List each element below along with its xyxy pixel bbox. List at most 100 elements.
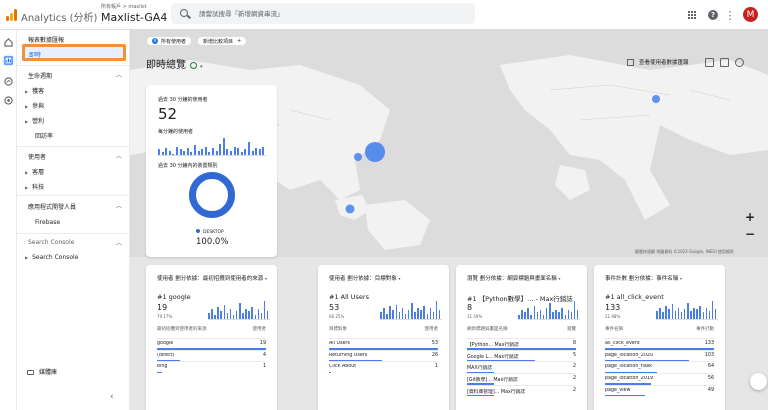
explore-icon[interactable] — [2, 75, 15, 88]
map-bubble[interactable] — [354, 153, 362, 161]
more-vert-icon[interactable]: ⋮ — [723, 8, 737, 22]
mini-bar-chart[interactable] — [208, 301, 270, 320]
sidebar-section-app-developer[interactable]: 應用程式開發人員 ︿ — [28, 202, 122, 211]
avatar[interactable]: M — [743, 7, 758, 22]
sidebar-item-search-console[interactable]: ▶ Search Console — [25, 254, 78, 261]
collapse-sidebar-icon[interactable]: ‹ — [110, 392, 114, 402]
table-row[interactable]: All Users 53 — [329, 338, 438, 350]
table-row[interactable]: Returning Users 26 — [329, 349, 438, 362]
caret-down-icon[interactable]: ▾ — [200, 64, 203, 70]
table-row[interactable]: page_view 49 — [605, 384, 714, 397]
sidebar-item-firebase[interactable]: Firebase — [35, 219, 60, 226]
card-title[interactable]: 事件計數 劃分依據：事件名稱 ▾ — [605, 274, 723, 282]
table-row[interactable]: page_location_2020 103 — [605, 349, 714, 362]
divider — [17, 195, 130, 196]
sidebar-section-search-console[interactable]: Search Console ︿ — [28, 239, 122, 247]
sidebar-item-realtime[interactable]: 即時 — [22, 44, 126, 61]
apps-grid-icon[interactable] — [685, 8, 699, 22]
sidebar-item-retention[interactable]: 回訪率 — [35, 131, 53, 140]
sidebar-item-engagement[interactable]: ▶ 參與 — [25, 101, 44, 110]
sidebar-item-acquisition[interactable]: ▶ 獲客 — [25, 86, 44, 95]
mini-bar — [518, 314, 520, 319]
sidebar-item-library[interactable]: 媒體庫 — [27, 367, 57, 376]
mini-bar-chart[interactable] — [656, 301, 718, 320]
mini-bar — [414, 311, 416, 319]
map-bubble[interactable] — [365, 142, 385, 162]
mini-bar — [386, 313, 388, 319]
realtime-users-card[interactable]: 過去 30 分鐘的使用者 52 每分鐘的使用者 過去 30 分鐘內的裝置類別 D… — [146, 85, 277, 257]
app-name[interactable]: Analytics (分析) — [21, 9, 97, 24]
sidebar-section-lifecycle[interactable]: 生命週期 ︿ — [28, 71, 122, 80]
mini-bar — [208, 313, 210, 319]
mini-bar — [542, 314, 545, 319]
mini-bar-chart[interactable] — [380, 301, 442, 320]
table-row[interactable]: Click About 1 — [329, 361, 438, 374]
mini-bar — [527, 307, 529, 319]
table-row[interactable]: [資料庫管理]... Max行銷誌 2 — [467, 384, 576, 397]
zoom-in-button[interactable]: + — [745, 210, 755, 224]
map-credit[interactable]: 鍵盤快速鍵 地圖資料 ©2023 Google, INEGI 使用條款 — [635, 249, 734, 255]
advertising-icon[interactable] — [2, 94, 15, 107]
column-header: 最初招攬到使用者的來源 — [157, 327, 207, 332]
card-event-name[interactable]: 事件計數 劃分依據：事件名稱 ▾ #1 all_click_event 133 21.… — [594, 265, 725, 410]
mini-bar — [266, 311, 269, 319]
top-item-pct: 79.17% — [157, 314, 173, 319]
table-row[interactable]: [Git教學]... Max行銷誌 2 — [467, 373, 576, 385]
table-row[interactable]: bing 1 — [157, 361, 266, 374]
caret-down-icon: ▾ — [265, 276, 268, 281]
row-label: bing — [157, 364, 168, 370]
zoom-out-button[interactable]: − — [745, 227, 755, 241]
per-minute-bar — [244, 149, 247, 155]
edit-icon[interactable] — [720, 58, 729, 67]
search-input[interactable] — [199, 7, 459, 20]
analytics-logo-icon[interactable] — [6, 9, 17, 21]
mini-bar — [398, 311, 401, 319]
row-value: 56 — [707, 376, 714, 382]
table-row[interactable]: google 19 — [157, 338, 266, 350]
card-first-user-source[interactable]: 使用者 劃分依據：最初招攬到使用者的來源 ▾ #1 google 19 79.17% 最… — [146, 265, 277, 410]
mini-bar-chart[interactable] — [518, 301, 580, 320]
map-bubble[interactable] — [652, 95, 660, 103]
mini-bar — [680, 312, 683, 319]
sidebar-item-demographics[interactable]: ▶ 客層 — [25, 167, 44, 176]
property-selector[interactable]: Maxlist-GA4 ▾ — [101, 11, 174, 24]
sidebar-item-tech[interactable]: ▶ 科技 — [25, 182, 44, 191]
card-page-title[interactable]: 瀏覽 劃分依據：網頁標題與畫面名稱 ▾ #1 【Python數學】... - Ma… — [456, 265, 587, 410]
column-header: 瀏覽 — [567, 327, 576, 332]
table-row[interactable]: MAX行銷誌 2 — [467, 361, 576, 374]
add-comparison-chip[interactable]: 新增比較項目 + — [197, 36, 248, 46]
table-row[interactable]: (direct) 4 — [157, 349, 266, 362]
sidebar-item-monetization[interactable]: ▶ 營利 — [25, 116, 44, 125]
audience-chip[interactable]: A 所有使用者 — [146, 36, 193, 46]
search-bar[interactable] — [171, 3, 475, 24]
main-content: A 所有使用者 新增比較項目 + 即時總覽 ▾ 查看使用者數據匯報 + − 鍵盤快速鍵… — [130, 30, 768, 410]
breadcrumb[interactable]: 所有帳戶 > maxlist — [101, 3, 147, 10]
row-value: 103 — [704, 352, 714, 358]
map-bubble[interactable] — [345, 204, 355, 214]
table-row[interactable]: 【Python... Max行銷誌 8 — [467, 338, 576, 350]
view-user-snapshot-button[interactable]: 查看使用者數據匯報 — [627, 58, 689, 66]
sidebar-section-user[interactable]: 使用者 ︿ — [28, 152, 122, 161]
button-label: 查看使用者數據匯報 — [639, 60, 689, 66]
table-row[interactable]: page_location_flask 64 — [605, 361, 714, 374]
home-icon[interactable] — [2, 36, 15, 49]
device-donut-chart[interactable] — [189, 172, 235, 218]
table-row[interactable]: page_location_2019 56 — [605, 373, 714, 385]
card-audience[interactable]: 使用者 劃分依據：目標對象 ▾ #1 All Users 53 66.25% 目標對象 使… — [318, 265, 449, 410]
fullscreen-icon[interactable] — [705, 58, 714, 67]
help-icon[interactable]: ? — [706, 8, 720, 22]
chat-help-icon[interactable] — [750, 373, 767, 390]
per-minute-bar — [179, 149, 182, 155]
table-row[interactable]: all_click_event 133 — [605, 338, 714, 350]
reports-icon[interactable] — [2, 54, 15, 67]
per-minute-bar — [215, 150, 218, 155]
share-icon[interactable] — [735, 58, 744, 67]
row-label: MAX行銷誌 — [467, 366, 493, 372]
table-row[interactable]: Google L... Max行銷誌 5 — [467, 349, 576, 362]
mini-bar — [696, 309, 698, 319]
per-minute-bar-chart[interactable] — [158, 138, 266, 156]
row-label: Google L... Max行銷誌 — [467, 354, 519, 360]
card-title[interactable]: 瀏覽 劃分依據：網頁標題與畫面名稱 ▾ — [467, 274, 585, 282]
card-title[interactable]: 使用者 劃分依據：最初招攬到使用者的來源 ▾ — [157, 274, 275, 282]
card-title[interactable]: 使用者 劃分依據：目標對象 ▾ — [329, 274, 447, 282]
